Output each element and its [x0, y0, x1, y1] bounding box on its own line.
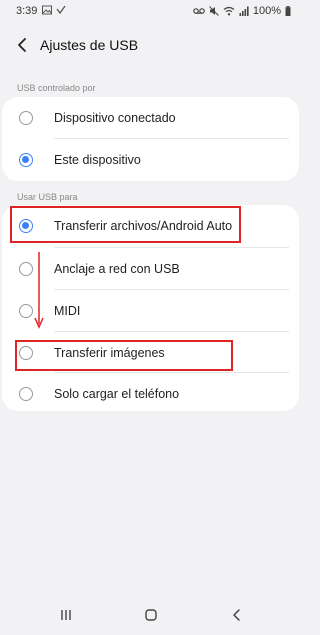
option-label: Este dispositivo — [54, 153, 141, 167]
check-icon — [56, 5, 66, 15]
voicemail-icon — [193, 8, 205, 14]
option-anclaje-red[interactable]: Anclaje a red con USB — [2, 248, 299, 290]
highlight-box-target — [15, 340, 233, 371]
radio-button[interactable] — [19, 387, 33, 401]
card-usb-controlled: Dispositivo conectado Este dispositivo — [2, 97, 299, 181]
status-right-icons: 100% — [193, 5, 291, 17]
page-title: Ajustes de USB — [40, 37, 139, 53]
back-arrow-icon[interactable] — [14, 36, 32, 54]
option-dispositivo-conectado[interactable]: Dispositivo conectado — [2, 97, 299, 139]
signal-icon — [239, 6, 249, 16]
option-este-dispositivo[interactable]: Este dispositivo — [2, 139, 299, 181]
status-left-icons — [42, 5, 66, 15]
annotation-arrow-icon — [34, 252, 44, 329]
recent-apps-icon[interactable] — [59, 608, 73, 622]
radio-button-selected[interactable] — [19, 153, 33, 167]
radio-button[interactable] — [19, 304, 33, 318]
section-label-controlled: USB controlado por — [17, 83, 96, 93]
option-midi[interactable]: MIDI — [2, 290, 299, 332]
app-bar: Ajustes de USB — [0, 30, 301, 62]
option-label: Dispositivo conectado — [54, 111, 176, 125]
option-solo-cargar[interactable]: Solo cargar el teléfono — [2, 373, 299, 411]
image-icon — [42, 5, 52, 15]
navigation-bar — [0, 599, 301, 635]
battery-icon — [285, 6, 291, 16]
battery-percent: 100% — [252, 5, 281, 17]
option-label: Anclaje a red con USB — [54, 262, 180, 276]
status-time: 3:39 — [16, 5, 38, 17]
radio-button[interactable] — [19, 262, 33, 276]
radio-button[interactable] — [19, 111, 33, 125]
home-icon[interactable] — [144, 608, 158, 622]
highlight-box-selected — [10, 206, 241, 243]
section-label-use: Usar USB para — [17, 192, 78, 202]
wifi-icon — [223, 6, 235, 16]
option-label: MIDI — [54, 304, 81, 318]
mute-icon — [209, 6, 219, 16]
status-bar: 3:39 100% — [0, 0, 301, 24]
back-icon[interactable] — [230, 608, 244, 622]
option-label: Solo cargar el teléfono — [54, 387, 180, 401]
